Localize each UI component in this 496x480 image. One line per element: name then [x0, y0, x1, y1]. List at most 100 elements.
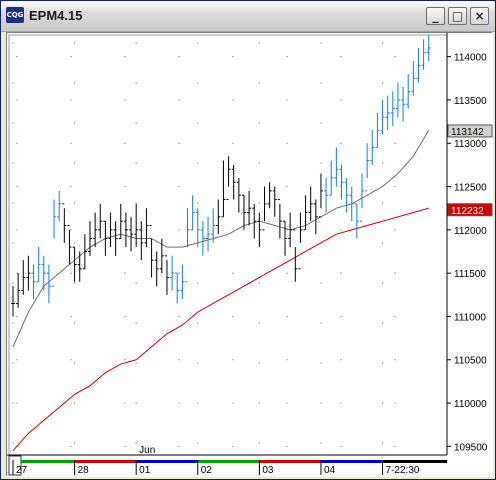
- grid-dot: [320, 122, 322, 124]
- grid-dot: [70, 272, 72, 274]
- chart-area[interactable]: 109500 110000 110500 111000 111500 112000 1125…: [6, 32, 493, 477]
- x-tick-label: 02: [201, 465, 213, 476]
- grid-dot: [197, 202, 199, 204]
- grid-dot: [320, 322, 322, 324]
- grid-dot: [340, 99, 342, 101]
- grid-dot: [178, 445, 180, 447]
- grid-dot: [135, 122, 137, 124]
- grid-dot: [286, 99, 288, 101]
- app-icon[interactable]: CQG: [6, 7, 24, 23]
- close-button[interactable]: ×: [470, 7, 489, 25]
- grid-dot: [197, 122, 199, 124]
- grid-dot: [73, 402, 76, 404]
- grid-dot: [70, 229, 72, 231]
- grid-dot: [16, 229, 18, 231]
- x-tick-label: 04: [324, 465, 336, 476]
- grid-dot: [340, 402, 342, 404]
- grid-dot: [124, 359, 126, 361]
- grid-dot: [16, 56, 18, 58]
- grid-dot: [12, 82, 14, 84]
- grid-dot: [70, 315, 72, 318]
- grid-dot: [340, 272, 342, 274]
- grid-dot: [12, 442, 14, 444]
- grid-dot: [12, 362, 14, 364]
- grid-dot: [232, 445, 234, 447]
- grid-dot: [286, 445, 288, 447]
- grid-dot: [12, 202, 14, 204]
- grid-dot: [381, 402, 384, 404]
- grid-dot: [178, 99, 180, 101]
- grid-dot: [178, 185, 180, 188]
- grid-dot: [135, 442, 137, 444]
- grid-dot: [394, 229, 396, 231]
- price-chart[interactable]: 109500 110000 110500 111000 111500 112000 1125…: [7, 33, 493, 477]
- day-band: [74, 460, 137, 463]
- title-bar[interactable]: CQG EPM4.15 _ □ ×: [1, 1, 495, 32]
- grid-dot: [320, 42, 322, 44]
- x-tick-label: 28: [78, 465, 90, 476]
- grid-dot: [70, 56, 72, 58]
- grid-dot: [381, 242, 384, 244]
- grid-dot: [232, 402, 234, 404]
- grid-dot: [232, 229, 234, 231]
- grid-dot: [73, 282, 76, 284]
- y-tick-label: 109500: [454, 442, 488, 453]
- grid-dot: [12, 242, 14, 244]
- grid-dot: [124, 445, 126, 447]
- grid-dot: [394, 185, 396, 188]
- x-tick-label: 01: [139, 465, 151, 476]
- grid-dot: [340, 315, 342, 318]
- grid-dot: [394, 56, 396, 58]
- grid-dot: [340, 229, 342, 231]
- y-tick-label: 113500: [454, 96, 487, 107]
- grid-dot: [70, 359, 72, 361]
- grid-dot: [381, 162, 384, 164]
- grid-dot: [124, 142, 126, 144]
- grid-dot: [178, 359, 180, 361]
- grid-dot: [232, 56, 234, 58]
- price-tag-label: 112232: [451, 206, 484, 217]
- grid-dot: [381, 42, 384, 44]
- minimize-button[interactable]: _: [426, 7, 445, 25]
- grid-dot: [394, 142, 396, 144]
- grid-dot: [232, 359, 234, 361]
- grid-dot: [340, 56, 342, 58]
- grid-dot: [12, 282, 14, 284]
- grid-dot: [12, 402, 14, 404]
- grid-dot: [258, 402, 260, 404]
- grid-dot: [70, 402, 72, 404]
- grid-dot: [320, 402, 322, 404]
- day-band: [136, 460, 198, 463]
- grid-dot: [394, 99, 396, 101]
- grid-dot: [197, 162, 199, 164]
- grid-dot: [320, 362, 322, 364]
- grid-dot: [73, 82, 76, 84]
- day-band: [320, 460, 383, 463]
- grid-dot: [320, 82, 322, 84]
- grid-dot: [12, 122, 14, 124]
- grid-dot: [16, 315, 18, 318]
- grid-dot: [124, 402, 126, 404]
- grid-dot: [197, 442, 199, 444]
- grid-dot: [73, 122, 76, 124]
- grid-dot: [178, 402, 180, 404]
- y-tick-label: 111000: [454, 312, 486, 323]
- grid-dot: [135, 402, 137, 404]
- grid-dot: [12, 162, 14, 164]
- grid-dot: [381, 82, 384, 84]
- grid-dot: [197, 402, 199, 404]
- price-tag-label: 113142: [451, 127, 484, 138]
- y-tick-label: 112500: [454, 183, 487, 194]
- grid-dot: [124, 272, 126, 274]
- grid-dot: [16, 185, 18, 188]
- chart-window: CQG EPM4.15 _ □ × 109500 110000 110500 1110…: [0, 0, 496, 480]
- grid-dot: [320, 442, 322, 444]
- x-tick-label: 03: [262, 465, 274, 476]
- grid-dot: [394, 272, 396, 274]
- grid-dot: [320, 282, 322, 284]
- maximize-button[interactable]: □: [448, 7, 467, 25]
- grid-dot: [258, 202, 260, 204]
- grid-dot: [258, 122, 260, 124]
- grid-dot: [258, 362, 260, 364]
- grid-dot: [135, 42, 137, 44]
